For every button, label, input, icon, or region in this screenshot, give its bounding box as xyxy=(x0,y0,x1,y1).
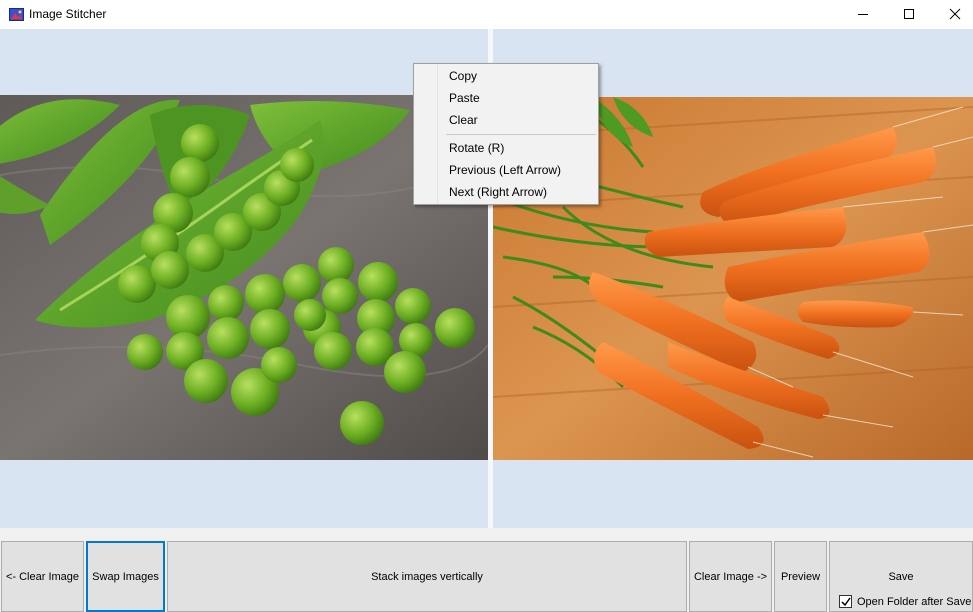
menu-item-paste[interactable]: Paste xyxy=(449,91,480,105)
close-button[interactable] xyxy=(932,0,973,29)
menu-item-copy[interactable]: Copy xyxy=(449,69,477,83)
open-folder-option[interactable]: Open Folder after Save xyxy=(839,595,971,608)
menu-item-next[interactable]: Next (Right Arrow) xyxy=(449,185,547,199)
maximize-button[interactable] xyxy=(886,0,932,29)
preview-button[interactable]: Preview xyxy=(774,541,827,612)
app-icon xyxy=(9,7,24,22)
context-menu-gutter xyxy=(414,64,438,204)
swap-images-button[interactable]: Swap Images xyxy=(86,541,165,612)
close-icon xyxy=(949,8,961,20)
menu-separator xyxy=(446,134,596,135)
menu-item-rotate[interactable]: Rotate (R) xyxy=(449,141,504,155)
title-bar: Image Stitcher xyxy=(0,0,973,29)
menu-item-previous[interactable]: Previous (Left Arrow) xyxy=(449,163,561,177)
checkmark-icon xyxy=(841,597,851,607)
context-menu: Copy Paste Clear Rotate (R) Previous (Le… xyxy=(413,63,599,205)
open-folder-checkbox[interactable] xyxy=(839,595,852,608)
minimize-icon xyxy=(858,14,868,15)
maximize-icon xyxy=(904,9,914,19)
window-title: Image Stitcher xyxy=(29,7,107,21)
minimize-button[interactable] xyxy=(840,0,886,29)
clear-left-image-button[interactable]: <- Clear Image xyxy=(1,541,84,612)
clear-right-image-button[interactable]: Clear Image -> xyxy=(689,541,772,612)
open-folder-label: Open Folder after Save xyxy=(857,595,972,608)
menu-item-clear[interactable]: Clear xyxy=(449,113,478,127)
stack-vertically-button[interactable]: Stack images vertically xyxy=(167,541,687,612)
